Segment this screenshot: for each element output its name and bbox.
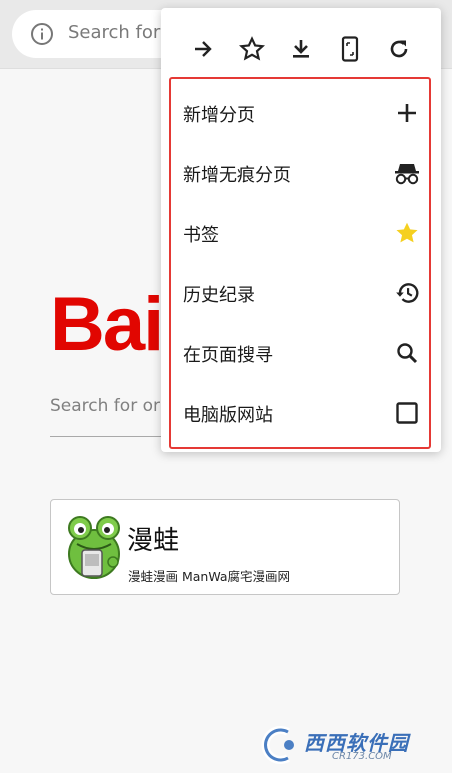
- menu-item-bookmarks[interactable]: 书签: [171, 203, 429, 263]
- overflow-menu: 新增分页 新增无痕分页 书签 历史纪录 在页面搜寻 电脑版网站: [161, 8, 441, 452]
- plus-icon: [393, 99, 421, 127]
- info-icon[interactable]: [30, 22, 54, 46]
- tile-title: 漫蛙: [127, 526, 180, 556]
- search-icon: [393, 339, 421, 367]
- tile-subtitle: 漫蛙漫画 ManWa腐宅漫画网: [128, 569, 291, 584]
- menu-item-label: 新增无痕分页: [183, 165, 291, 186]
- menu-item-history[interactable]: 历史纪录: [171, 263, 429, 323]
- menu-toolbar: [161, 8, 441, 80]
- menu-item-label: 书签: [183, 225, 219, 246]
- refresh-icon[interactable]: [384, 34, 414, 64]
- menu-item-label: 新增分页: [183, 105, 255, 126]
- checkbox-icon[interactable]: [393, 399, 421, 427]
- menu-item-find-in-page[interactable]: 在页面搜寻: [171, 323, 429, 383]
- menu-item-new-incognito-tab[interactable]: 新增无痕分页: [171, 143, 429, 203]
- menu-item-label: 历史纪录: [183, 285, 255, 306]
- url-bar-placeholder: Search for: [68, 22, 161, 43]
- watermark-emblem: [261, 726, 294, 764]
- search-input-placeholder: Search for or: [50, 396, 160, 416]
- menu-item-label: 在页面搜寻: [183, 345, 273, 366]
- download-icon[interactable]: [286, 34, 316, 64]
- frog-logo: [68, 516, 120, 579]
- menu-item-label: 电脑版网站: [183, 405, 273, 426]
- star-filled-icon: [393, 219, 421, 247]
- mobile-icon[interactable]: [335, 34, 365, 64]
- menu-items-highlight: 新增分页 新增无痕分页 书签 历史纪录 在页面搜寻 电脑版网站: [169, 77, 431, 449]
- watermark-subtext: CR173.COM: [332, 751, 392, 762]
- star-outline-icon[interactable]: [237, 34, 267, 64]
- forward-icon[interactable]: [188, 34, 218, 64]
- incognito-icon: [393, 159, 421, 187]
- menu-item-desktop-site[interactable]: 电脑版网站: [171, 383, 429, 443]
- history-icon: [393, 279, 421, 307]
- watermark-logo: 西西软件园 CR173.COM: [258, 724, 438, 766]
- menu-item-new-tab[interactable]: 新增分页: [171, 83, 429, 143]
- site-tile[interactable]: 漫蛙 漫蛙漫画 ManWa腐宅漫画网: [50, 499, 400, 595]
